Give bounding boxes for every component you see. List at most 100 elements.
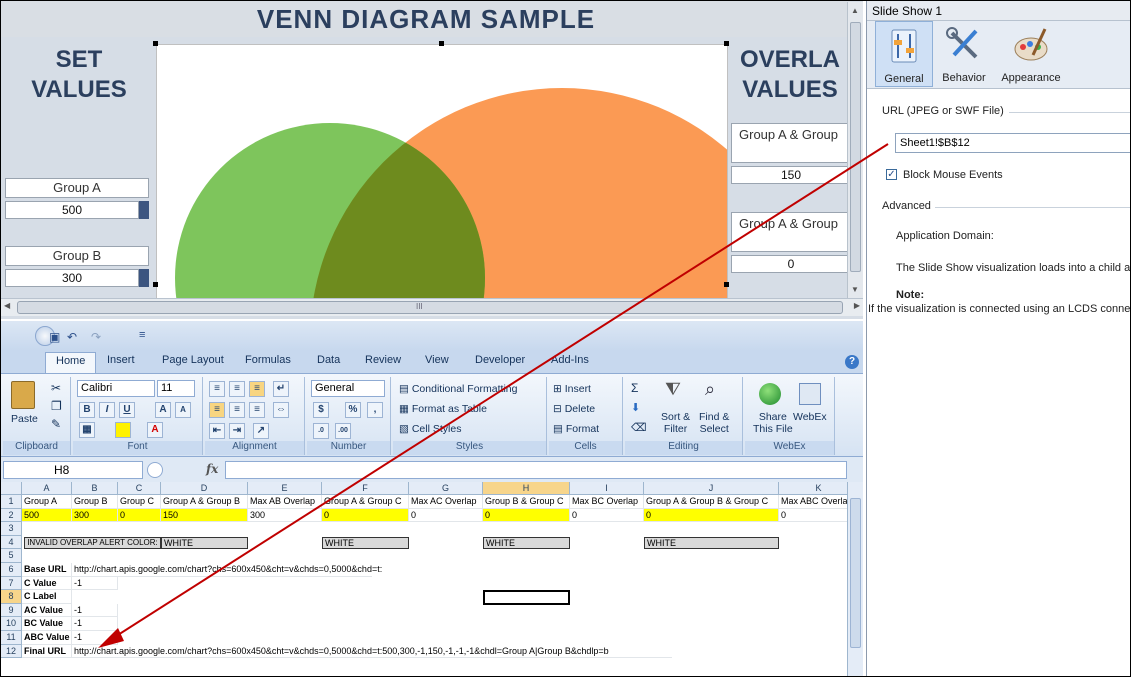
cell-b1[interactable]: Group B [72, 495, 118, 509]
cell-b9[interactable]: -1 [72, 603, 118, 618]
column-header-b[interactable]: B [72, 482, 118, 495]
cell-b2[interactable]: 300 [72, 508, 118, 523]
cell-h1[interactable]: Group B & Group C [483, 495, 570, 509]
column-header-h[interactable]: H [483, 482, 570, 495]
help-icon[interactable]: ? [845, 355, 859, 369]
cell-styles-button[interactable]: ▧ Cell Styles [399, 423, 461, 435]
align-center-icon[interactable]: ≡ [229, 402, 245, 418]
cell-a2[interactable]: 500 [22, 508, 72, 523]
paste-icon[interactable] [11, 381, 35, 409]
group-a-spinner[interactable] [139, 201, 149, 219]
cell-h2[interactable]: 0 [483, 508, 570, 523]
sheet-vertical-scrollbar[interactable] [847, 482, 863, 676]
column-header-g[interactable]: G [409, 482, 483, 495]
cell-h4[interactable]: WHITE [483, 537, 570, 549]
spreadsheet-grid[interactable]: A B C D E F G H I J K 1 2 3 4 5 6 7 8 9 … [1, 482, 847, 676]
cell-j1[interactable]: Group A & Group B & Group C [644, 495, 779, 509]
format-cells-button[interactable]: ▤ Format [553, 423, 599, 435]
cell-j4[interactable]: WHITE [644, 537, 779, 549]
find-select-button[interactable]: Find & Select [699, 411, 729, 435]
percent-button[interactable]: % [345, 402, 361, 418]
increase-indent-icon[interactable]: ⇥ [229, 423, 245, 439]
cell-i2[interactable]: 0 [570, 508, 644, 523]
group-b-spinner[interactable] [139, 269, 149, 287]
column-header-j[interactable]: J [644, 482, 779, 495]
row-header-2[interactable]: 2 [1, 508, 22, 523]
insert-function-icon[interactable]: fx [206, 462, 218, 476]
merge-center-icon[interactable]: ⇔ [273, 402, 289, 418]
number-format-select[interactable]: General [311, 380, 385, 397]
copy-icon[interactable]: ❐ [51, 399, 62, 413]
cell-f1[interactable]: Group A & Group C [322, 495, 409, 509]
cell-a9[interactable]: AC Value [22, 603, 72, 618]
column-header-f[interactable]: F [322, 482, 409, 495]
row-header-11[interactable]: 11 [1, 631, 22, 645]
align-left-icon[interactable]: ≡ [209, 402, 225, 418]
cell-d2[interactable]: 150 [161, 508, 248, 523]
column-header-a[interactable]: A [22, 482, 72, 495]
row-header-1[interactable]: 1 [1, 495, 22, 509]
font-size-select[interactable]: 11 [157, 380, 195, 397]
venn-slideshow-component[interactable] [156, 44, 728, 302]
resize-handle-tr[interactable] [724, 41, 729, 46]
cell-g2[interactable]: 0 [409, 508, 483, 523]
cell-j2[interactable]: 0 [644, 508, 779, 523]
cell-a11[interactable]: ABC Value [22, 631, 72, 645]
tab-developer[interactable]: Developer [475, 354, 525, 366]
delete-cells-button[interactable]: ⊟ Delete [553, 403, 595, 415]
conditional-formatting-button[interactable]: ▤ Conditional Formatting [399, 383, 517, 395]
undo-icon[interactable]: ↶ [67, 330, 77, 344]
designer-vertical-scrollbar[interactable]: ▲ ▼ [847, 2, 863, 298]
column-header-k[interactable]: K [779, 482, 847, 495]
tab-data[interactable]: Data [317, 354, 340, 366]
webex-globe-icon[interactable] [759, 383, 781, 405]
insert-cells-button[interactable]: ⊞ Insert [553, 383, 591, 395]
scroll-up-arrow-icon[interactable]: ▲ [851, 6, 859, 15]
save-icon[interactable]: ▣ [49, 330, 60, 344]
column-header-e[interactable]: E [248, 482, 322, 495]
cell-f2[interactable]: 0 [322, 508, 409, 523]
currency-button[interactable]: $ [313, 402, 329, 418]
scroll-left-arrow-icon[interactable]: ◀ [4, 301, 10, 310]
select-all-corner[interactable] [1, 482, 22, 495]
increase-decimal-icon[interactable]: .0 [313, 423, 329, 439]
resize-handle-tm[interactable] [439, 41, 444, 46]
align-middle-icon[interactable]: ≡ [229, 381, 245, 397]
shrink-font-icon[interactable]: A [175, 402, 191, 418]
webex-button[interactable]: WebEx [793, 411, 827, 423]
cell-k2[interactable]: 0 [779, 509, 847, 523]
cell-a12[interactable]: Final URL [22, 644, 72, 659]
tab-behavior[interactable]: Behavior [935, 21, 993, 87]
column-header-c[interactable]: C [118, 482, 161, 495]
cell-d1[interactable]: Group A & Group B [161, 495, 248, 509]
wrap-text-icon[interactable]: ↵ [273, 381, 289, 397]
cell-b7[interactable]: -1 [72, 576, 118, 591]
fill-color-icon[interactable] [115, 422, 131, 438]
underline-button[interactable]: U [119, 402, 135, 418]
comma-button[interactable]: , [367, 402, 383, 418]
decrease-decimal-icon[interactable]: .00 [335, 423, 351, 439]
column-header-i[interactable]: I [570, 482, 644, 495]
block-mouse-checkbox[interactable]: ✓ [886, 169, 897, 180]
cell-a7[interactable]: C Value [22, 576, 72, 591]
cell-c2[interactable]: 0 [118, 508, 161, 523]
tab-insert[interactable]: Insert [107, 354, 135, 366]
scroll-right-arrow-icon[interactable]: ▶ [854, 301, 860, 310]
overlap-ac-value[interactable]: 0 [731, 255, 851, 273]
resize-handle-br[interactable] [724, 282, 729, 287]
qat-customize-icon[interactable]: ≡ [139, 329, 145, 341]
grow-font-icon[interactable]: A [155, 402, 171, 418]
cell-a8[interactable]: C Label [22, 590, 72, 604]
tab-review[interactable]: Review [365, 354, 401, 366]
font-color-icon[interactable]: A [147, 422, 163, 438]
tab-general[interactable]: General [875, 21, 933, 87]
row-header-5[interactable]: 5 [1, 549, 22, 563]
row-header-4[interactable]: 4 [1, 535, 22, 550]
name-box[interactable]: H8 [3, 461, 143, 479]
decrease-indent-icon[interactable]: ⇤ [209, 423, 225, 439]
row-header-3[interactable]: 3 [1, 522, 22, 536]
format-painter-icon[interactable]: ✎ [51, 417, 61, 431]
cell-g1[interactable]: Max AC Overlap [409, 495, 483, 509]
cut-icon[interactable]: ✂ [51, 381, 61, 395]
format-as-table-button[interactable]: ▦ Format as Table [399, 403, 487, 415]
